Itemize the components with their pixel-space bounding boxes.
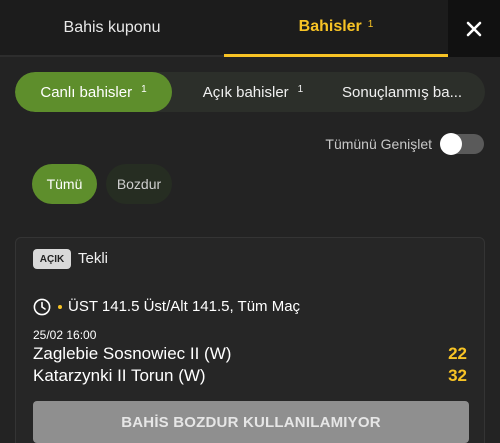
expand-all-toggle[interactable] [440, 133, 484, 155]
live-indicator-dot [58, 305, 62, 309]
match-datetime: 25/02 16:00 [33, 328, 97, 342]
cashout-button[interactable]: BAHİS BOZDUR KULLANILAMIYOR [33, 401, 469, 443]
close-button[interactable] [448, 0, 500, 57]
tab-my-bets-label: Bahisler [298, 18, 362, 35]
tab-live-bets-count: 1 [141, 83, 147, 95]
filter-cashout-chip[interactable]: Bozdur [106, 164, 172, 204]
tab-bet-slip-label: Bahis kuponu [63, 18, 161, 36]
toggle-knob [440, 133, 462, 155]
close-icon [466, 21, 482, 36]
tab-open-bets[interactable]: Açık bahisler 1 [172, 72, 334, 112]
cashout-button-label: BAHİS BOZDUR KULLANILAMIYOR [121, 413, 381, 431]
market-selection: ÜST 141.5 Üst/Alt 141.5, Tüm Maç [68, 298, 301, 315]
filter-cashout-label: Bozdur [116, 176, 162, 192]
tab-live-bets[interactable]: Canlı bahisler 1 [15, 72, 172, 112]
tab-my-bets-count: 1 [367, 18, 374, 30]
bet-type: Tekli [78, 250, 109, 267]
tab-live-bets-label: Canlı bahisler [40, 83, 133, 101]
away-team-name: Katarzynki II Torun (W) [33, 366, 206, 385]
expand-all-row: Tümünü Genişlet [325, 133, 484, 155]
tab-settled-bets[interactable]: Sonuçlanmış ba... [334, 72, 485, 112]
away-team-score: 32 [448, 366, 467, 385]
tab-my-bets[interactable]: Bahisler 1 [224, 0, 448, 57]
filter-all-chip[interactable]: Tümü [32, 164, 97, 204]
tab-bet-slip[interactable]: Bahis kuponu [0, 0, 224, 57]
expand-all-label: Tümünü Genişlet [325, 136, 432, 152]
tab-settled-bets-label: Sonuçlanmış ba... [342, 83, 463, 101]
bet-card[interactable]: AÇIK Tekli ÜST 141.5 Üst/Alt 141.5, Tüm … [15, 237, 485, 443]
filter-all-label: Tümü [46, 176, 83, 192]
tab-open-bets-label: Açık bahisler [202, 83, 289, 101]
home-team-name: Zaglebie Sosnowiec II (W) [33, 344, 232, 363]
clock-icon [33, 298, 51, 316]
top-tab-bar: Bahis kuponu Bahisler 1 [0, 0, 500, 57]
bets-filter-tabs: Canlı bahisler 1 Açık bahisler 1 Sonuçla… [15, 72, 485, 112]
status-badge: AÇIK [33, 249, 71, 269]
home-team-score: 22 [448, 344, 467, 363]
tab-open-bets-count: 1 [297, 83, 304, 95]
